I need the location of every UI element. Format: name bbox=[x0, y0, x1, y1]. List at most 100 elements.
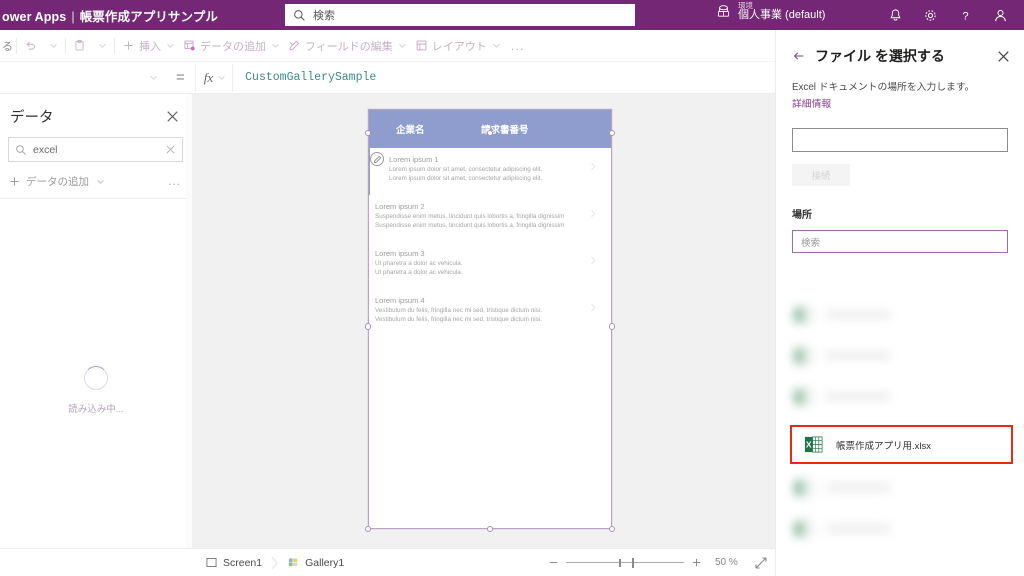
undo-button[interactable] bbox=[20, 33, 45, 59]
plus-icon[interactable] bbox=[691, 557, 702, 568]
resize-handle-bottom-left[interactable] bbox=[364, 525, 371, 532]
undo-icon bbox=[26, 41, 35, 50]
back-arrow-icon[interactable] bbox=[792, 49, 806, 63]
insert-button[interactable]: 挿入 bbox=[118, 33, 179, 59]
paste-icon bbox=[75, 40, 84, 51]
learn-more-link[interactable]: 詳細情報 bbox=[792, 98, 831, 113]
insert-label: 挿入 bbox=[139, 40, 161, 53]
undo-dropdown[interactable] bbox=[45, 33, 62, 59]
connect-button[interactable]: 接続 bbox=[792, 164, 850, 187]
resize-handle-top-center[interactable] bbox=[486, 129, 493, 136]
equals-sign: = bbox=[176, 69, 185, 86]
resize-handle-top-left[interactable] bbox=[364, 129, 371, 136]
item-title: Lorem ipsum 2 bbox=[375, 202, 425, 211]
add-data-button[interactable]: データの追加 bbox=[179, 33, 284, 59]
layout-icon bbox=[416, 40, 427, 51]
resize-handle-middle-left[interactable] bbox=[364, 323, 371, 330]
breadcrumb-item-screen1[interactable]: Screen1 bbox=[206, 557, 262, 569]
help-question-icon[interactable]: ? bbox=[958, 8, 973, 23]
file-name-placeholder bbox=[826, 484, 890, 491]
paste-button[interactable] bbox=[69, 33, 94, 59]
close-icon[interactable] bbox=[166, 110, 179, 123]
item-line-1: Lorem ipsum dolor sit amet, consectetur … bbox=[389, 166, 543, 174]
file-list-item-selected[interactable]: X 帳票作成アプリ用.xlsx bbox=[790, 425, 1013, 464]
zoom-slider-knob[interactable] bbox=[632, 557, 634, 568]
expand-icon[interactable] bbox=[755, 556, 767, 569]
gallery-item[interactable]: Lorem ipsum 4 Vestibulum du felis, fring… bbox=[368, 289, 612, 336]
breadcrumb: Screen1 Gallery1 bbox=[192, 556, 344, 570]
breadcrumb-item-gallery1[interactable]: Gallery1 bbox=[288, 557, 344, 569]
paste-dropdown[interactable] bbox=[94, 33, 111, 59]
app-canvas[interactable]: 企業名 請求書番号 Lorem ipsum 1 Lorem ipsum dolo… bbox=[192, 94, 775, 548]
location-search-placeholder: 検索 bbox=[801, 237, 821, 249]
location-search-input[interactable]: 検索 bbox=[792, 230, 1008, 254]
toolbar-overflow-button[interactable]: ... bbox=[505, 38, 531, 53]
global-search-box[interactable]: 検索 bbox=[285, 4, 635, 26]
item-line-2: Ut pharetra a dolor ac vehicula. bbox=[375, 269, 463, 277]
app-name: 帳票作成アプリサンプル bbox=[79, 9, 218, 24]
status-bar-left-stub bbox=[0, 548, 192, 576]
file-name-placeholder bbox=[826, 393, 890, 400]
user-account-icon[interactable] bbox=[993, 8, 1008, 23]
gallery-item[interactable]: Lorem ipsum 2 Suspendisse enim metus, ti… bbox=[368, 195, 612, 242]
edit-fields-button[interactable]: フィールドの編集 bbox=[284, 33, 411, 59]
zoom-slider[interactable] bbox=[566, 557, 684, 569]
excel-file-icon bbox=[794, 306, 812, 323]
item-title: Lorem ipsum 3 bbox=[375, 249, 425, 258]
chevron-down-icon bbox=[167, 43, 174, 48]
formula-input[interactable]: CustomGallerySample bbox=[233, 71, 376, 84]
item-line-1: Suspendisse enim metus, tincidunt quis l… bbox=[375, 213, 565, 221]
settings-gear-icon[interactable] bbox=[923, 8, 938, 23]
chevron-down-icon bbox=[492, 43, 500, 48]
data-pane: データ excel データの追加 ... 読み込み中... bbox=[0, 94, 192, 548]
loading-spinner-icon bbox=[84, 366, 108, 390]
panel-title: ファイル を選択する bbox=[815, 48, 945, 64]
gallery-column-company: 企業名 bbox=[396, 124, 425, 136]
chevron-right-icon[interactable] bbox=[590, 303, 596, 312]
resize-handle-bottom-center[interactable] bbox=[486, 525, 493, 532]
file-list-item[interactable] bbox=[776, 508, 1024, 549]
gallery-item[interactable]: Lorem ipsum 1 Lorem ipsum dolor sit amet… bbox=[368, 148, 612, 195]
data-search-input[interactable]: excel bbox=[8, 137, 183, 162]
file-list-item[interactable] bbox=[776, 294, 1024, 335]
data-pane-more-button[interactable]: ... bbox=[168, 174, 181, 188]
minus-icon[interactable] bbox=[548, 557, 559, 568]
gallery-header[interactable]: 企業名 請求書番号 bbox=[368, 109, 612, 148]
loading-indicator: 読み込み中... bbox=[0, 366, 192, 415]
add-data-source-button[interactable]: データの追加 bbox=[8, 174, 105, 189]
breadcrumb-separator-icon bbox=[271, 556, 279, 569]
resize-handle-bottom-right[interactable] bbox=[608, 525, 615, 532]
data-search-value: excel bbox=[33, 143, 58, 156]
panel-description: Excel ドキュメントの場所を入力します。 bbox=[792, 82, 975, 93]
gallery-item[interactable]: Lorem ipsum 3 Ut pharetra a dolor ac veh… bbox=[368, 242, 612, 289]
file-list-item[interactable] bbox=[776, 335, 1024, 376]
file-list-item[interactable] bbox=[776, 467, 1024, 508]
resize-handle-middle-right[interactable] bbox=[608, 323, 615, 330]
notification-bell-icon[interactable] bbox=[888, 8, 903, 23]
layout-button[interactable]: レイアウト bbox=[411, 33, 505, 59]
excel-file-icon bbox=[794, 520, 812, 537]
resize-handle-top-right[interactable] bbox=[608, 129, 615, 136]
chevron-right-icon[interactable] bbox=[590, 256, 596, 265]
chevron-right-icon[interactable] bbox=[590, 162, 596, 171]
clear-icon[interactable] bbox=[165, 144, 176, 155]
screen-surface[interactable]: 企業名 請求書番号 Lorem ipsum 1 Lorem ipsum dolo… bbox=[368, 109, 612, 529]
file-list: X 帳票作成アプリ用.xlsx bbox=[776, 294, 1024, 549]
toolbar-partial-label[interactable]: る bbox=[0, 38, 13, 54]
close-icon[interactable] bbox=[997, 50, 1010, 63]
environment-selector[interactable]: 環境 個人事業 (default) bbox=[716, 2, 825, 21]
chevron-down-icon bbox=[272, 43, 279, 48]
item-line-1: Vestibulum du felis, fringilla nec mi se… bbox=[375, 307, 542, 315]
selected-file-name: 帳票作成アプリ用.xlsx bbox=[836, 440, 932, 452]
chevron-right-icon[interactable] bbox=[590, 209, 596, 218]
edit-pencil-badge[interactable] bbox=[370, 152, 384, 166]
gallery-control[interactable]: Lorem ipsum 1 Lorem ipsum dolor sit amet… bbox=[368, 148, 612, 336]
layout-label: レイアウト bbox=[431, 40, 487, 53]
zoom-controls: 50 % bbox=[541, 556, 767, 569]
file-list-item[interactable] bbox=[776, 376, 1024, 417]
property-dropdown[interactable] bbox=[0, 66, 166, 90]
fx-dropdown[interactable]: fx bbox=[194, 63, 234, 92]
file-name-placeholder bbox=[826, 525, 890, 532]
document-url-input[interactable] bbox=[792, 128, 1008, 153]
app-brand-title[interactable]: ower Apps | 帳票作成アプリサンプル bbox=[0, 6, 218, 25]
